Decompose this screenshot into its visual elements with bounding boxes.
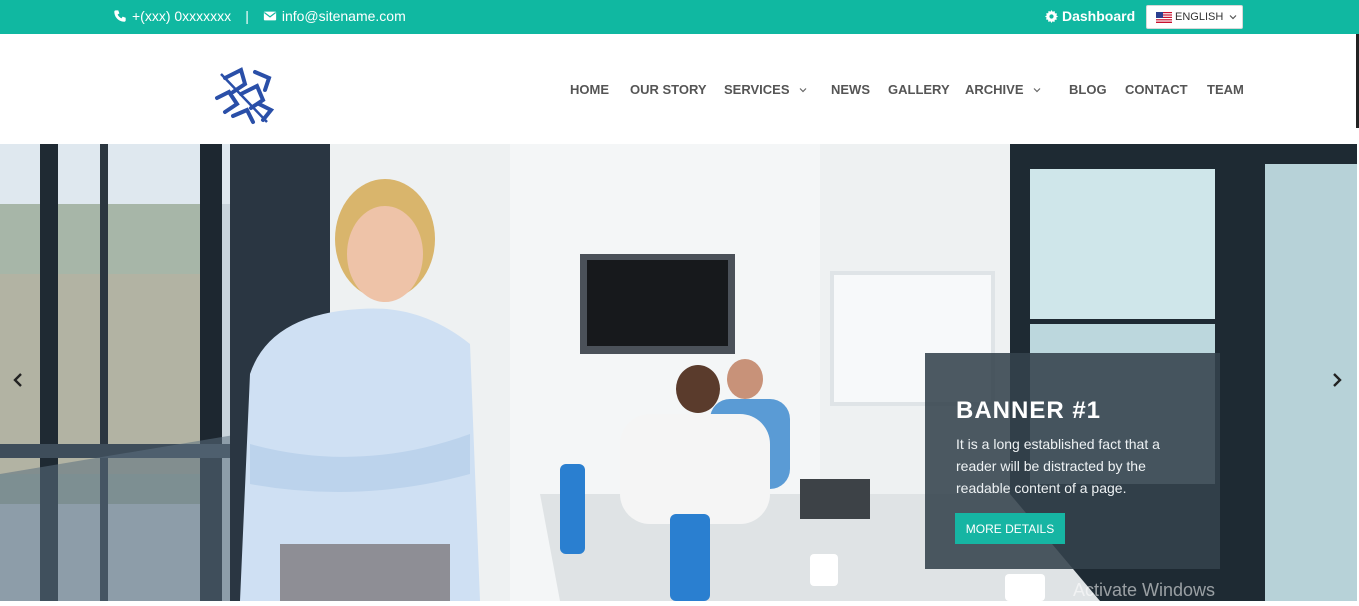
nav-label: GALLERY xyxy=(888,82,950,97)
nav-label: HOME xyxy=(570,82,609,97)
chevron-down-icon xyxy=(1033,87,1040,92)
nav-label: TEAM xyxy=(1207,82,1244,97)
email-link[interactable]: info@sitename.com xyxy=(282,8,406,24)
nav-item-news[interactable]: NEWS xyxy=(831,82,870,97)
nav-item-archive[interactable]: ARCHIVE xyxy=(965,82,1041,97)
dashboard-link[interactable]: Dashboard xyxy=(1045,8,1135,24)
contact-separator: | xyxy=(245,8,249,24)
nav-item-blog[interactable]: BLOG xyxy=(1069,82,1107,97)
banner-description: It is a long established fact that a rea… xyxy=(956,436,1160,496)
language-selector[interactable]: ENGLISH xyxy=(1146,5,1243,29)
more-details-button[interactable]: MORE DETAILS xyxy=(955,513,1065,544)
nav-item-gallery[interactable]: GALLERY xyxy=(888,82,950,97)
gear-icon xyxy=(1045,9,1058,23)
chevron-down-icon xyxy=(799,87,806,92)
nav-item-home[interactable]: HOME xyxy=(570,82,609,97)
chevron-left-icon[interactable] xyxy=(11,372,25,388)
top-bar: +(xxx) 0xxxxxxx | info@sitename.com Dash… xyxy=(0,0,1359,34)
banner-title: BANNER #1 xyxy=(956,397,1102,424)
banner-caption: BANNER #1 It is a long established fact … xyxy=(925,353,1220,569)
language-label: ENGLISH xyxy=(1175,11,1224,23)
nav-label: BLOG xyxy=(1069,82,1107,97)
nav-item-services[interactable]: SERVICES xyxy=(724,82,807,97)
dashboard-label: Dashboard xyxy=(1062,8,1136,24)
phone-number[interactable]: +(xxx) 0xxxxxxx xyxy=(132,8,231,24)
chevron-right-icon[interactable] xyxy=(1330,372,1344,388)
chevron-down-icon xyxy=(1229,15,1237,20)
nav-label: ARCHIVE xyxy=(965,82,1024,97)
phone-icon xyxy=(114,10,126,22)
nav-label: NEWS xyxy=(831,82,870,97)
activate-windows-watermark: Activate Windows xyxy=(1073,580,1216,600)
site-logo[interactable] xyxy=(211,64,277,128)
nav-label: SERVICES xyxy=(724,82,790,97)
contact-info: +(xxx) 0xxxxxxx | info@sitename.com xyxy=(113,8,406,24)
us-flag-icon xyxy=(1156,11,1172,23)
nav-label: OUR STORY xyxy=(630,82,707,97)
nav-label: CONTACT xyxy=(1125,82,1188,97)
envelope-icon xyxy=(263,11,276,21)
page-bottom-edge xyxy=(0,601,1359,606)
nav-item-our-story[interactable]: OUR STORY xyxy=(630,82,707,97)
nav-item-contact[interactable]: CONTACT xyxy=(1125,82,1188,97)
nav-item-team[interactable]: TEAM xyxy=(1207,82,1244,97)
